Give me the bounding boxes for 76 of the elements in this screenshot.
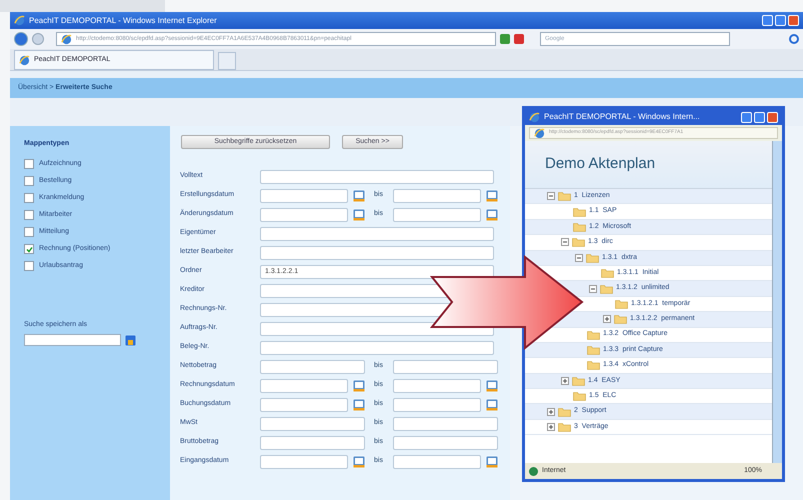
checkbox[interactable]	[24, 159, 34, 169]
save-name-field[interactable]	[24, 334, 121, 346]
input-field[interactable]	[260, 360, 365, 374]
calendar-icon[interactable]	[486, 380, 498, 392]
folder-icon	[558, 406, 571, 417]
calendar-icon[interactable]	[486, 456, 498, 468]
folder-icon	[558, 422, 571, 432]
new-tab-button[interactable]	[218, 52, 236, 70]
tree-heading: Demo Aktenplan	[545, 154, 656, 174]
input-field[interactable]	[260, 208, 348, 222]
expand-icon[interactable]	[547, 408, 555, 416]
input-field[interactable]	[260, 436, 365, 450]
calendar-icon[interactable]	[353, 208, 365, 220]
search-icon[interactable]	[789, 34, 799, 44]
folder-icon	[601, 268, 614, 278]
input-field[interactable]	[260, 454, 348, 468]
close-icon[interactable]	[788, 15, 799, 26]
input-field[interactable]	[393, 188, 481, 202]
checkbox[interactable]	[24, 176, 34, 186]
close-icon[interactable]	[767, 112, 778, 122]
expand-icon[interactable]	[561, 376, 569, 385]
folder-icon	[573, 206, 586, 217]
input-field[interactable]	[260, 340, 494, 354]
input-field[interactable]	[260, 226, 494, 240]
input-field[interactable]	[393, 454, 481, 468]
expand-icon[interactable]	[547, 423, 555, 432]
back-icon[interactable]	[14, 32, 28, 46]
stop-icon[interactable]	[514, 34, 524, 44]
input-field[interactable]	[260, 416, 365, 430]
window-title: PeachIT DEMOPORTAL - Windows Intern...	[544, 111, 700, 123]
input-field[interactable]	[260, 398, 348, 412]
collapse-icon[interactable]	[561, 238, 569, 246]
calendar-icon[interactable]	[486, 398, 498, 410]
minimize-icon[interactable]	[741, 112, 752, 122]
checkbox[interactable]	[24, 227, 34, 237]
input-field[interactable]	[260, 378, 348, 392]
forward-icon[interactable]	[32, 33, 44, 45]
maximize-icon[interactable]	[754, 112, 765, 122]
input-field[interactable]	[260, 246, 494, 260]
input-field[interactable]	[393, 398, 481, 412]
expand-icon[interactable]	[603, 315, 611, 324]
input-field[interactable]	[393, 416, 498, 430]
calendar-icon[interactable]	[353, 398, 365, 410]
input-field[interactable]	[393, 436, 498, 450]
checkbox[interactable]	[24, 244, 34, 254]
browser-logo-icon	[19, 54, 30, 66]
input-field[interactable]	[393, 378, 481, 392]
collapse-icon[interactable]	[547, 192, 555, 200]
checkbox[interactable]	[24, 210, 34, 220]
refresh-icon[interactable]	[500, 34, 510, 44]
calendar-icon[interactable]	[353, 456, 365, 468]
checkbox[interactable]	[24, 261, 34, 271]
scrollbar[interactable]	[772, 141, 782, 463]
maximize-icon[interactable]	[775, 15, 786, 26]
calendar-icon[interactable]	[353, 190, 365, 202]
calendar-icon[interactable]	[486, 208, 498, 220]
browser-logo-icon	[534, 128, 545, 138]
input-field[interactable]	[393, 360, 498, 374]
input-field[interactable]	[260, 188, 348, 202]
folder-icon	[600, 284, 613, 294]
input-field[interactable]	[260, 170, 494, 184]
folder-icon	[587, 345, 600, 356]
calendar-icon[interactable]	[486, 190, 498, 202]
browser-logo-icon	[529, 112, 540, 122]
browser-logo-icon	[14, 15, 25, 26]
collapse-icon[interactable]	[589, 284, 597, 293]
checkbox[interactable]	[24, 193, 34, 203]
window-title: PeachIT DEMOPORTAL - Windows Internet Explorer	[29, 14, 217, 26]
folder-icon	[558, 191, 571, 202]
globe-icon	[529, 466, 538, 476]
collapse-icon[interactable]	[575, 254, 583, 262]
calendar-icon[interactable]	[353, 380, 365, 392]
save-icon[interactable]	[125, 334, 136, 346]
input-field[interactable]	[393, 208, 481, 222]
browser-logo-icon	[61, 34, 72, 44]
minimize-icon[interactable]	[762, 15, 773, 26]
